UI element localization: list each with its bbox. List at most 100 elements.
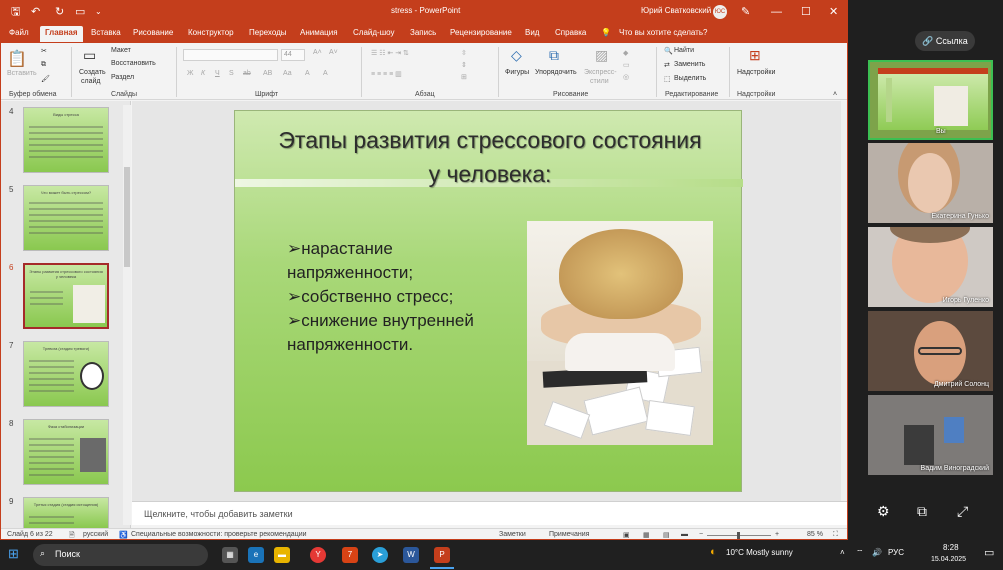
format-painter-icon[interactable]: 🖌: [41, 75, 50, 83]
weather-icon[interactable]: ◐: [710, 546, 717, 558]
section-button[interactable]: Раздел: [111, 74, 134, 81]
thumbnails-scrollbar[interactable]: [123, 105, 131, 525]
tab-slideshow[interactable]: Слайд-шоу: [353, 28, 394, 37]
spacing-button[interactable]: АВ: [263, 70, 272, 77]
paste-button[interactable]: Вставить: [7, 70, 37, 77]
tray-chevron-icon[interactable]: ˄: [840, 548, 845, 557]
highlight-button[interactable]: А: [305, 70, 310, 77]
align-icons[interactable]: ≡ ≡ ≡ ≡ ▥: [371, 70, 402, 78]
underline-button[interactable]: Ч: [215, 70, 220, 77]
comments-toggle[interactable]: Примечания: [549, 531, 589, 538]
participant-tile[interactable]: Екатерина Гунько: [868, 143, 993, 223]
arrange-icon[interactable]: ⧉: [549, 47, 559, 64]
tab-file[interactable]: Файл: [9, 28, 29, 37]
editor-scrollbar[interactable]: [841, 101, 847, 501]
increase-font-icon[interactable]: A˄: [313, 49, 322, 56]
copy-icon[interactable]: ⧉: [41, 61, 46, 69]
slideshow-icon[interactable]: ▭: [75, 5, 85, 19]
addins-icon[interactable]: ⊞: [749, 47, 761, 64]
participant-tile-self[interactable]: Вы: [868, 60, 993, 140]
seven-app-icon[interactable]: 7: [342, 547, 358, 563]
zoom-slider-thumb[interactable]: [737, 532, 740, 539]
word-icon[interactable]: W: [403, 547, 419, 563]
yandex-browser-icon[interactable]: Y: [310, 547, 326, 563]
avatar[interactable]: ЮС: [713, 5, 727, 19]
slide-sorter-icon[interactable]: ▦: [643, 531, 650, 539]
paste-icon[interactable]: 📋: [7, 49, 27, 69]
replace-icon[interactable]: ⇄: [664, 61, 670, 69]
normal-view-icon[interactable]: ▣: [623, 531, 630, 539]
reset-button[interactable]: Восстановить: [111, 60, 156, 67]
bold-button[interactable]: Ж: [187, 70, 193, 77]
fit-slide-icon[interactable]: ⛶: [833, 531, 838, 539]
picture-in-picture-icon[interactable]: ⧉: [917, 503, 927, 520]
participant-tile[interactable]: Вадим Виноградский: [868, 395, 993, 475]
clock-date[interactable]: 15.04.2025: [931, 556, 966, 563]
start-icon[interactable]: ⊞: [8, 546, 19, 562]
new-slide-button-line2[interactable]: слайд: [81, 78, 100, 85]
shadow-button[interactable]: S: [229, 70, 234, 77]
change-case-button[interactable]: Аа: [283, 70, 292, 77]
fullscreen-icon[interactable]: ⤢: [957, 503, 968, 520]
find-button[interactable]: Найти: [674, 47, 694, 54]
participant-tile[interactable]: Дмитрий Солонц: [868, 311, 993, 391]
zoom-level[interactable]: 85 %: [807, 531, 823, 538]
telegram-icon[interactable]: ➤: [372, 547, 388, 563]
shapes-button[interactable]: Фигуры: [505, 69, 529, 76]
collapse-ribbon-icon[interactable]: ˄: [833, 91, 837, 98]
keyboard-language[interactable]: РУС: [888, 548, 904, 557]
tab-view[interactable]: Вид: [525, 28, 539, 37]
align-text-icon[interactable]: ⇕: [461, 61, 467, 69]
edge-icon[interactable]: e: [248, 547, 264, 563]
tab-transitions[interactable]: Переходы: [249, 28, 287, 37]
file-explorer-icon[interactable]: ▬: [274, 547, 290, 563]
strikethrough-button[interactable]: ab: [243, 70, 251, 77]
speaker-icon[interactable]: 🔊: [872, 548, 882, 557]
font-color-button[interactable]: А: [323, 70, 328, 77]
save-icon[interactable]: 🖫: [11, 5, 20, 19]
notifications-icon[interactable]: ▭: [984, 546, 994, 559]
accessibility-icon[interactable]: ♿: [119, 531, 128, 539]
notes-pane[interactable]: Щелкните, чтобы добавить заметки: [132, 501, 847, 525]
slide-thumbnail[interactable]: Что может быть стрессом?: [23, 185, 109, 251]
slide-thumbnail-current[interactable]: Этапы развития стрессового состояния у ч…: [23, 263, 109, 329]
smartart-icon[interactable]: ⊞: [461, 73, 467, 81]
stressed-woman-photo[interactable]: [527, 221, 713, 445]
quick-styles-button[interactable]: Экспресс-: [584, 69, 617, 76]
font-size-select[interactable]: 44: [281, 49, 305, 61]
arrange-button[interactable]: Упорядочить: [535, 69, 577, 76]
cut-icon[interactable]: ✂: [41, 47, 47, 55]
tab-home[interactable]: Главная: [40, 26, 83, 42]
slide-thumbnail[interactable]: Фаза стабилизации: [23, 419, 109, 485]
network-icon[interactable]: ⌔: [856, 548, 864, 558]
effects-icon[interactable]: ◎: [623, 73, 629, 81]
user-name[interactable]: Юрий Сватковский: [641, 6, 711, 15]
text-direction-icon[interactable]: ⇳: [461, 49, 467, 57]
slide-thumbnail[interactable]: Тревога (стадия тревоги): [23, 341, 109, 407]
tab-record[interactable]: Запись: [410, 28, 436, 37]
powerpoint-icon[interactable]: P: [434, 547, 450, 563]
customize-icon[interactable]: ⌄: [95, 5, 102, 19]
notes-toggle[interactable]: Заметки: [499, 531, 526, 538]
tell-me-search[interactable]: Что вы хотите сделать?: [619, 28, 707, 37]
addins-button[interactable]: Надстройки: [737, 69, 775, 76]
quick-styles-icon[interactable]: ▨: [595, 47, 608, 64]
participant-tile[interactable]: Игорь Гуленко: [868, 227, 993, 307]
slide-thumbnail[interactable]: Третья стадия (стадия истощения): [23, 497, 109, 529]
tab-draw[interactable]: Рисование: [133, 28, 173, 37]
quick-styles-button-line2[interactable]: стили: [590, 78, 609, 85]
tab-insert[interactable]: Вставка: [91, 28, 121, 37]
language-indicator[interactable]: русский: [83, 531, 108, 538]
slide-bullets[interactable]: ➢нарастание напряженности; ➢собственно с…: [287, 237, 517, 357]
zoom-out-icon[interactable]: −: [699, 531, 703, 538]
italic-button[interactable]: К: [201, 70, 205, 77]
slide-canvas[interactable]: Этапы развития стрессового состояния у ч…: [234, 110, 743, 492]
reading-view-icon[interactable]: ▤: [663, 531, 670, 539]
shapes-icon[interactable]: ◇: [511, 47, 522, 64]
new-slide-icon[interactable]: ▭: [83, 47, 96, 64]
minimize-icon[interactable]: —: [771, 5, 782, 19]
tab-review[interactable]: Рецензирование: [450, 28, 512, 37]
scrollbar-thumb[interactable]: [124, 167, 130, 267]
tab-animations[interactable]: Анимация: [300, 28, 338, 37]
redo-icon[interactable]: ↻: [55, 5, 64, 19]
